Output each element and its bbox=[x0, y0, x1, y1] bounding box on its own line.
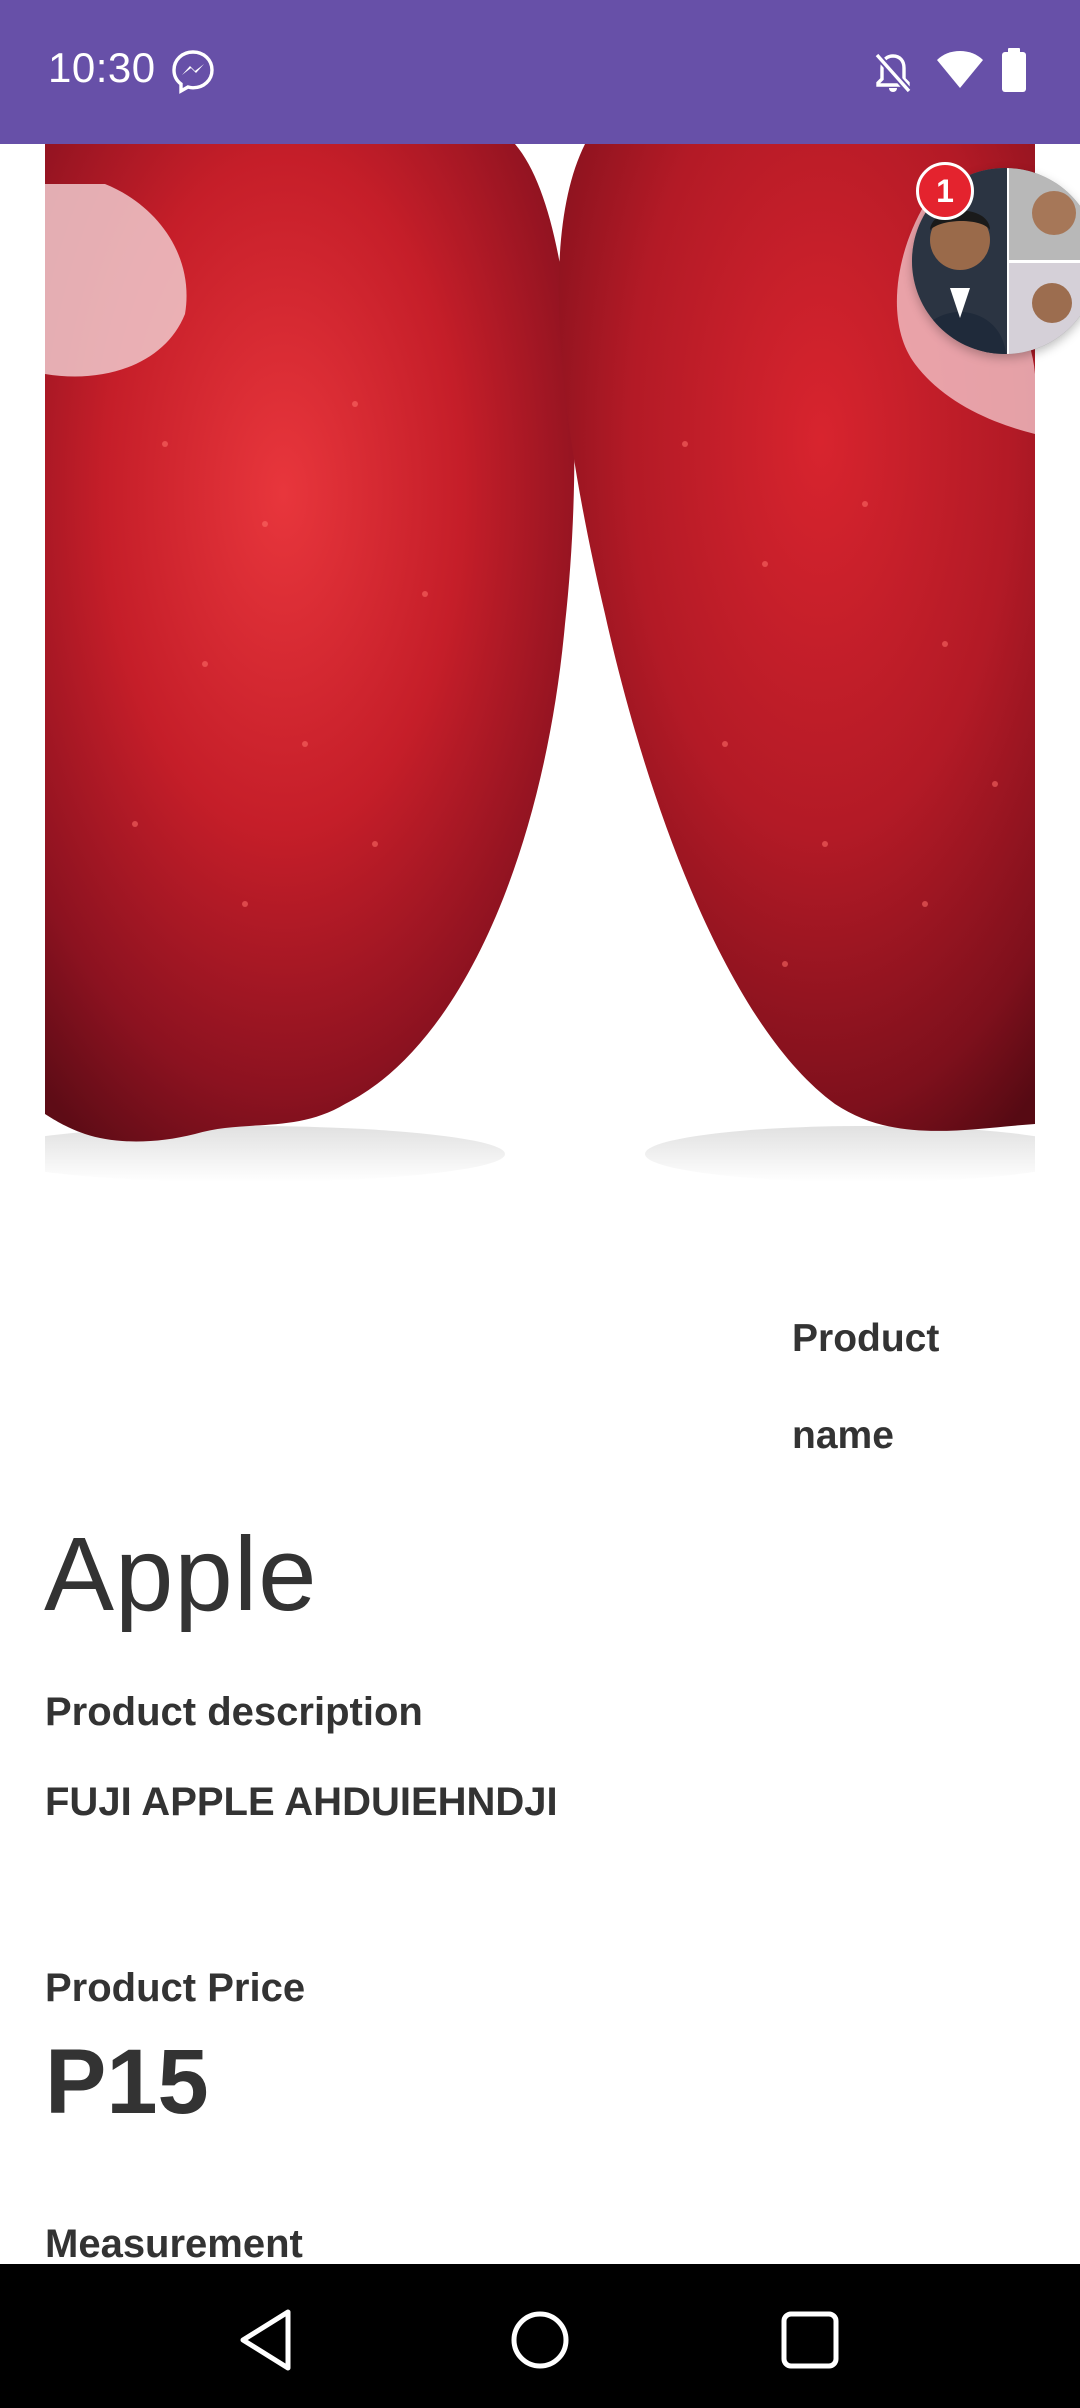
product-description: FUJI APPLE AHDUIEHNDJI bbox=[45, 1780, 558, 1824]
measurement-label: Measurement bbox=[45, 2222, 303, 2266]
navigation-bar bbox=[0, 2264, 1080, 2408]
recents-icon[interactable] bbox=[770, 2300, 850, 2380]
unread-count-badge: 1 bbox=[916, 162, 974, 220]
home-icon[interactable] bbox=[500, 2300, 580, 2380]
status-bar: 10:30 bbox=[0, 0, 1080, 144]
product-image bbox=[45, 144, 1035, 1204]
product-description-label: Product description bbox=[45, 1690, 423, 1734]
messenger-icon bbox=[170, 48, 216, 99]
status-time: 10:30 bbox=[48, 44, 156, 91]
chat-head-bubble[interactable]: 1 bbox=[912, 162, 1080, 354]
product-name-label: Product name bbox=[792, 1317, 940, 1457]
product-name: Apple bbox=[44, 1516, 318, 1633]
back-icon[interactable] bbox=[228, 2300, 308, 2380]
battery-icon bbox=[1000, 48, 1028, 97]
notifications-off-icon bbox=[872, 50, 914, 99]
wifi-icon bbox=[936, 48, 984, 95]
product-price: P15 bbox=[45, 2031, 209, 2133]
product-price-label: Product Price bbox=[45, 1966, 306, 2010]
